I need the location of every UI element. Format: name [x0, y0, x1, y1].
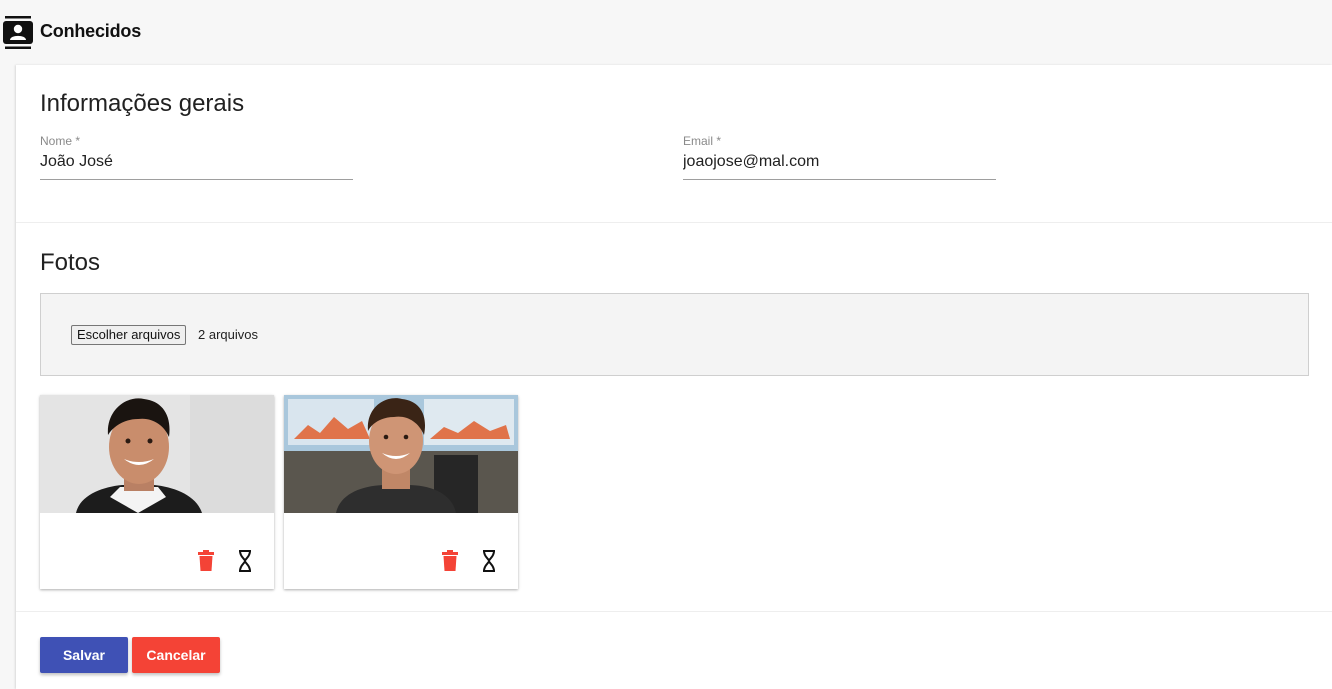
name-field: Nome *: [40, 134, 353, 186]
hourglass-icon[interactable]: [236, 550, 254, 572]
section-divider: [16, 222, 1332, 223]
cancel-button[interactable]: Cancelar: [132, 637, 220, 673]
file-count-text: 2 arquivos: [198, 327, 258, 342]
top-bar: Conhecidos: [0, 0, 1332, 64]
email-field: Email *: [683, 134, 996, 186]
email-label: Email *: [683, 134, 722, 148]
photo-card: [284, 395, 518, 589]
trash-icon[interactable]: [441, 550, 459, 572]
save-button[interactable]: Salvar: [40, 637, 128, 673]
contacts-icon: [3, 16, 33, 49]
email-input[interactable]: [683, 152, 996, 180]
name-label: Nome *: [40, 134, 81, 148]
name-input[interactable]: [40, 152, 353, 180]
photo-thumbnail: [40, 395, 274, 513]
trash-icon[interactable]: [197, 550, 215, 572]
photos-title: Fotos: [40, 249, 101, 276]
photo-card: [40, 395, 274, 589]
photo-thumbnail: [284, 395, 518, 513]
app-title: Conhecidos: [40, 21, 142, 41]
contact-form-panel: Informações gerais Nome * Email * Fotos …: [16, 65, 1332, 689]
photo-upload-zone[interactable]: Escolher arquivos 2 arquivos: [40, 293, 1309, 376]
hourglass-icon[interactable]: [480, 550, 498, 572]
general-info-title: Informações gerais: [40, 90, 245, 117]
choose-files-button[interactable]: Escolher arquivos: [71, 325, 187, 345]
section-divider: [16, 611, 1332, 612]
